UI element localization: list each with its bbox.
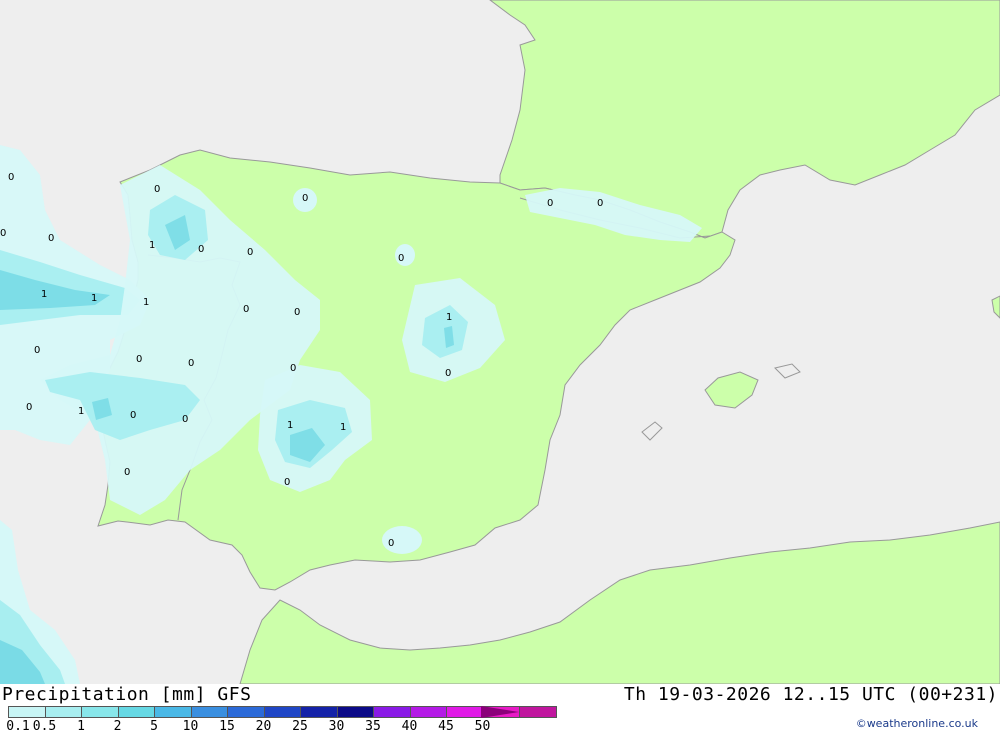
contour-label: 0 [34, 345, 40, 356]
contour-label: 1 [446, 312, 452, 323]
contour-label: 0 [388, 538, 394, 549]
contour-label: 0 [154, 184, 160, 195]
contour-label: 0 [8, 172, 14, 183]
contour-label: 1 [143, 297, 149, 308]
scale-tick-label: 10 [182, 719, 199, 734]
scale-tick-label: 0.1 [6, 719, 30, 734]
contour-label: 0 [188, 358, 194, 369]
contour-label: 0 [243, 304, 249, 315]
contour-label: 0 [130, 410, 136, 421]
map-title: Precipitation [mm] GFS [2, 684, 252, 705]
scale-tick-label: 40 [401, 719, 418, 734]
contour-label: 0 [26, 402, 32, 413]
scale-swatch [117, 706, 154, 718]
color-scale-bar [8, 706, 557, 718]
scale-tick-label: 5 [150, 719, 158, 734]
scale-swatch [44, 706, 81, 718]
contour-label: 0 [0, 228, 6, 239]
scale-swatch [373, 706, 410, 718]
contour-label: 0 [247, 247, 253, 258]
scale-swatch [300, 706, 337, 718]
contour-label: 0 [284, 477, 290, 488]
scale-swatch [409, 706, 446, 718]
scale-tick-label: 50 [474, 719, 491, 734]
scale-tick-label: 1 [77, 719, 85, 734]
valid-datetime: Th 19-03-2026 12..15 UTC (00+231) [623, 684, 998, 705]
contour-label: 0 [445, 368, 451, 379]
credit-text: ©weatheronline.co.uk [855, 717, 978, 730]
scale-swatch [190, 706, 227, 718]
contour-label: 1 [78, 406, 84, 417]
scale-tick-label: 15 [219, 719, 235, 734]
scale-tick-label: 0.5 [32, 719, 57, 734]
scale-swatch [8, 706, 45, 718]
contour-label: 0 [302, 193, 308, 204]
contour-label: 1 [287, 420, 293, 431]
scale-swatch [154, 706, 191, 718]
contour-label: 1 [340, 422, 346, 433]
scale-swatch [519, 706, 557, 718]
scale-tick-labels: 0.1 0.5 1 2 5 10 15 20 25 30 35 40 45 50 [0, 719, 520, 734]
contour-label: 1 [91, 293, 97, 304]
contour-label: 0 [294, 307, 300, 318]
contour-label: 0 [182, 414, 188, 425]
contour-label: 0 [290, 363, 296, 374]
contour-label: 0 [124, 467, 130, 478]
scale-tick-label: 25 [292, 719, 308, 734]
contour-label: 0 [597, 198, 603, 209]
contour-label: 0 [547, 198, 553, 209]
scale-swatch [336, 706, 373, 718]
contour-label: 0 [48, 233, 54, 244]
contour-label: 0 [136, 354, 142, 365]
scale-swatch [227, 706, 264, 718]
scale-swatch [263, 706, 300, 718]
scale-tick-label: 45 [438, 719, 454, 734]
contour-label: 1 [41, 289, 47, 300]
contour-label: 1 [149, 240, 155, 251]
contour-label: 0 [398, 253, 404, 264]
scale-swatch [81, 706, 118, 718]
legend-footer: Precipitation [mm] GFS Th 19-03-2026 12.… [0, 684, 1000, 734]
scale-tick-label: 30 [328, 719, 345, 734]
scale-tick-label: 20 [255, 719, 272, 734]
scale-tick-label: 2 [113, 719, 122, 734]
scale-arrow [481, 706, 519, 718]
precipitation-map: 0 0 0 0 1 0 0 1 1 1 0 0 0 0 0 1 0 0 0 1 … [0, 0, 1000, 684]
scale-swatch [446, 706, 483, 718]
scale-tick-label: 35 [365, 719, 381, 734]
contour-label: 0 [198, 244, 204, 255]
